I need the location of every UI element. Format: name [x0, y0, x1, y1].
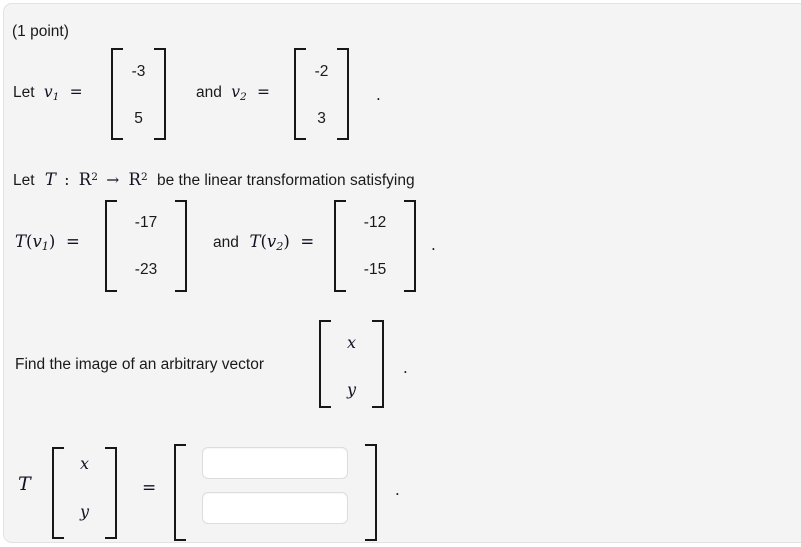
- v1-symbol: v: [43, 83, 53, 101]
- problem-card: (1 point) Let v1 = -3 5 and v2 = -2 3 . …: [3, 3, 801, 543]
- v2-subscript: 2: [239, 90, 247, 103]
- tv1-entry-0: -17: [134, 214, 158, 231]
- v2-entry-0: -2: [314, 63, 329, 80]
- v1-subscript: 1: [52, 90, 60, 103]
- answer-field-first-component[interactable]: [202, 447, 348, 479]
- v2-symbol: v: [231, 83, 240, 101]
- equals-sign-4: =: [300, 232, 315, 251]
- let-v1-label: Let v1 =: [13, 83, 83, 103]
- T-symbol-1: T: [15, 232, 27, 251]
- tv1-entry-1: -23: [134, 261, 158, 278]
- tv2-bracket-left: [334, 200, 346, 292]
- let-word-2: Let: [13, 172, 35, 190]
- v1-entry-0: -3: [131, 63, 146, 80]
- arrow-icon: →: [106, 171, 120, 190]
- arbitrary-vector-entry-0: x: [346, 333, 357, 352]
- tv1-bracket-left: [105, 200, 117, 292]
- tv1-bracket-right: [175, 200, 187, 292]
- answer-field-second-component[interactable]: [202, 492, 348, 524]
- answer-input-vector-entry-1: y: [79, 502, 90, 521]
- codomain-exponent: 2: [140, 171, 148, 183]
- points-label: (1 point): [12, 23, 69, 40]
- linear-transformation-phrase: be the linear transformation satisfying: [156, 172, 415, 190]
- domain-exponent: 2: [91, 171, 98, 183]
- v2-entry-1: 3: [317, 110, 326, 127]
- tv1-label: T(v1) =: [15, 232, 80, 254]
- period-line4: .: [403, 359, 408, 377]
- period-answer: .: [395, 481, 400, 499]
- let-word: Let: [13, 84, 35, 101]
- domain-symbol: R: [78, 170, 92, 190]
- T-symbol-answer: T: [18, 473, 31, 495]
- paren-close-2: ): [283, 232, 290, 251]
- tv1-subscript: 1: [41, 240, 49, 254]
- and-v2-label: and v2 =: [196, 83, 270, 103]
- tv2-bracket-right: [404, 200, 416, 292]
- answer-result-bracket-left: [174, 444, 186, 541]
- period-line1: .: [376, 86, 381, 104]
- arbitrary-vector-entry-1: y: [346, 380, 357, 399]
- tv2-entry-1: -15: [363, 261, 387, 278]
- codomain-symbol: R: [128, 170, 141, 190]
- and-word-2: and: [213, 234, 239, 251]
- T-symbol-2: T: [249, 232, 261, 251]
- tv2-var: v: [266, 232, 277, 251]
- transformation-definition-text: Let T : R2 → R2 be the linear transforma…: [13, 170, 415, 190]
- paren-close-1: ): [48, 232, 56, 251]
- equals-sign-answer: =: [142, 478, 157, 498]
- v1-entry-1: 5: [134, 110, 143, 127]
- T-symbol-def: T: [44, 170, 56, 190]
- answer-result-bracket-right: [365, 444, 377, 541]
- and-word-1: and: [196, 84, 222, 101]
- colon-symbol: :: [64, 171, 70, 190]
- tv1-var: v: [32, 232, 42, 251]
- equals-sign-2: =: [256, 83, 270, 101]
- equals-sign-1: =: [69, 83, 83, 101]
- tv2-entry-0: -12: [363, 214, 387, 231]
- find-image-prompt: Find the image of an arbitrary vector: [15, 356, 264, 373]
- equals-sign-3: =: [65, 232, 80, 251]
- period-line3: .: [431, 236, 436, 254]
- answer-input-vector-entry-0: x: [79, 454, 90, 473]
- and-tv2-label: and T(v2) =: [213, 232, 315, 252]
